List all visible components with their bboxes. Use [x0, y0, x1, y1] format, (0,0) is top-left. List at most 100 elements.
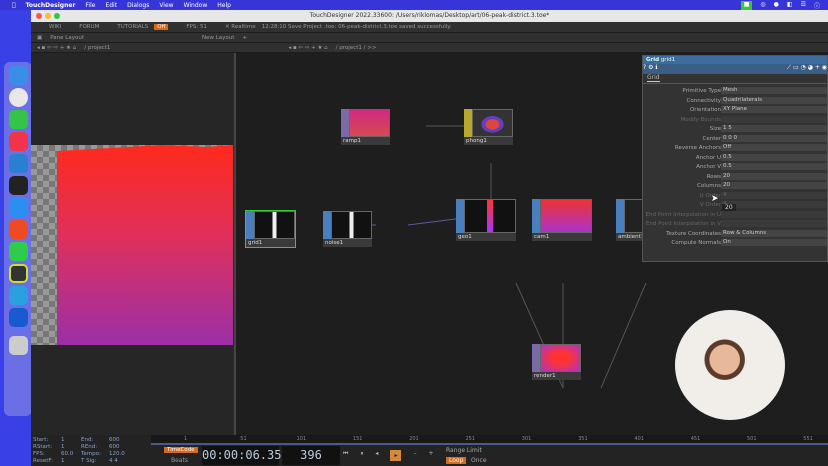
finder-icon[interactable]	[8, 66, 28, 85]
timecode-button[interactable]: TimeCode	[164, 447, 198, 453]
minimize-button[interactable]	[45, 13, 51, 19]
live-icon[interactable]	[8, 308, 28, 327]
path-right[interactable]: / project1 / >>	[336, 45, 377, 51]
zoom-button[interactable]	[54, 13, 60, 19]
add-layout-icon[interactable]: +	[242, 35, 247, 41]
touchdesigner-icon[interactable]	[8, 264, 28, 283]
param-row: Compute Normals On	[643, 239, 828, 247]
beats-button[interactable]: Beats	[171, 457, 188, 464]
minus-icon[interactable]: –	[413, 450, 416, 461]
node-geo1[interactable]: geo1	[456, 199, 516, 241]
step-back-icon[interactable]: ◂	[375, 450, 378, 461]
once-button[interactable]: Once	[471, 457, 487, 464]
tutorials-link[interactable]: TUTORIALS	[117, 24, 148, 30]
pause-icon[interactable]: ⏸	[360, 450, 363, 461]
menu-help[interactable]: Help	[217, 2, 231, 9]
info-icon[interactable]: ⓘ	[814, 1, 820, 10]
messages-icon[interactable]	[8, 110, 28, 129]
menu-file[interactable]: File	[85, 2, 95, 9]
node-noise1[interactable]: noise1	[323, 211, 372, 247]
mail-icon[interactable]	[8, 198, 28, 217]
param-value[interactable]	[721, 220, 827, 227]
app-icon[interactable]	[8, 220, 28, 239]
apple-icon[interactable]: 	[12, 2, 16, 9]
param-label: Modify Bounds	[680, 116, 721, 123]
param-value[interactable]	[721, 210, 827, 218]
menu-dialogs[interactable]: Dialogs	[127, 2, 149, 9]
rstart-value[interactable]: 1	[61, 444, 81, 451]
param-value[interactable]: 0 0 0	[721, 134, 827, 142]
menu-window[interactable]: Window	[184, 2, 208, 9]
param-value[interactable]: 1 5	[721, 125, 827, 132]
control-center-icon[interactable]: ☰	[801, 1, 806, 10]
whatsapp-icon[interactable]	[8, 242, 28, 261]
rend-value[interactable]: 600	[109, 444, 133, 451]
param-value[interactable]: 4	[721, 191, 827, 199]
param-value[interactable]	[721, 115, 827, 123]
viewer-pane[interactable]	[31, 53, 233, 435]
menu-app[interactable]: TouchDesigner	[26, 2, 76, 9]
nav-icons-left[interactable]: ◂ ▪ ⇦ ⇨ + ★ ⌂	[37, 45, 76, 51]
rewind-icon[interactable]: ⏮	[343, 450, 348, 461]
path-left[interactable]: / project1	[84, 45, 110, 51]
menu-view[interactable]: View	[159, 2, 173, 9]
timecode-display[interactable]: 00:00:06.35	[202, 446, 281, 465]
close-button[interactable]	[36, 13, 42, 19]
param-value[interactable]: 0.5	[721, 153, 827, 161]
node-cam1[interactable]: cam1	[532, 199, 592, 241]
resetf-value[interactable]: 1	[61, 458, 81, 465]
param-value[interactable]: On	[721, 239, 827, 246]
end-label: End:	[81, 437, 94, 443]
param-row: Orientation XY Plane	[643, 106, 828, 114]
param-value[interactable]: 20	[721, 172, 827, 180]
frame-display[interactable]: 396	[282, 446, 340, 465]
param-value[interactable]: Off	[721, 144, 827, 151]
param-value[interactable]: Quadrilaterals	[721, 96, 827, 104]
param-value[interactable]: Row & Columns	[721, 229, 827, 237]
param-value[interactable]: XY Plane	[721, 106, 827, 113]
resetf-label: ResetF:	[33, 458, 53, 464]
param-label: End Point Interpolation in U	[645, 211, 721, 218]
node-phong1[interactable]: phong1	[464, 109, 513, 145]
node-grid1[interactable]: grid1	[245, 210, 296, 248]
music-icon[interactable]	[8, 132, 28, 151]
chrome-icon[interactable]	[8, 88, 28, 107]
param-value[interactable]: 0.5	[721, 163, 827, 170]
param-tool-icons[interactable]: ⟋ ▭ ◔ ◕ + ◉	[787, 64, 827, 72]
pane-icon[interactable]: ▣	[37, 35, 42, 41]
timeline-ruler[interactable]: 151101151201251301351401451501551601	[151, 435, 828, 443]
param-value[interactable]: Mesh	[721, 87, 827, 94]
timeline-tick: 51	[240, 436, 247, 442]
tempo-value[interactable]: 120.0	[109, 451, 133, 458]
vscode-icon[interactable]	[8, 154, 28, 173]
cc-icon[interactable]: ◧	[787, 1, 793, 10]
end-value[interactable]: 600	[109, 437, 133, 444]
telegram-icon[interactable]	[8, 286, 28, 305]
fps-value[interactable]: 60.0	[61, 451, 81, 458]
op-name-field[interactable]: grid1	[661, 57, 675, 63]
tsig-value[interactable]: 4 4	[109, 458, 133, 465]
off-toggle[interactable]: Off	[154, 24, 169, 30]
realtime-toggle[interactable]: ✕ Realtime	[225, 24, 256, 30]
help-icon[interactable]: ? ⚙ ℹ	[643, 64, 658, 71]
menu-edit[interactable]: Edit	[105, 2, 117, 9]
loop-button[interactable]: Loop	[446, 457, 467, 464]
screen-icon[interactable]: ◎	[760, 1, 765, 10]
tab-grid[interactable]: Grid	[647, 74, 660, 82]
param-value[interactable]: 20	[721, 182, 827, 189]
play-icon[interactable]: ▸	[390, 450, 402, 461]
trash-icon[interactable]	[8, 336, 28, 355]
figma-icon[interactable]	[8, 176, 28, 195]
audio-icon[interactable]: ●	[774, 1, 779, 10]
nav-icons-right[interactable]: ◂ ▪ ⇦ ⇨ + ★ ⌂	[288, 45, 327, 51]
param-value[interactable]: 4	[721, 201, 827, 208]
node-ramp1[interactable]: ramp1	[341, 109, 390, 145]
forum-link[interactable]: FORUM	[79, 24, 99, 30]
camera-icon[interactable]: ■	[740, 1, 753, 10]
start-value[interactable]: 1	[61, 437, 81, 444]
new-layout-button[interactable]: New Layout	[202, 35, 234, 41]
plus-icon[interactable]: +	[428, 450, 433, 461]
node-render1[interactable]: render1	[532, 344, 581, 380]
pane-layout-button[interactable]: Pane Layout	[50, 35, 84, 41]
wiki-link[interactable]: WIKI	[49, 24, 61, 30]
